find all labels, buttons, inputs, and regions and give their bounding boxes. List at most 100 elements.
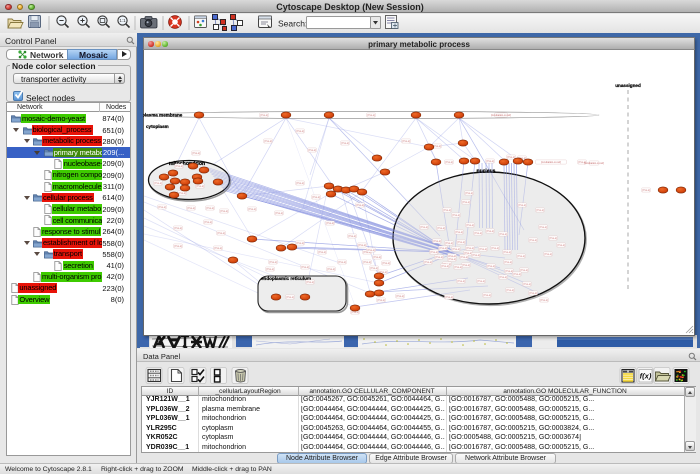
svg-text:(Yxx-x): (Yxx-x)	[441, 265, 449, 268]
svg-text:(Yxx-x): (Yxx-x)	[477, 280, 485, 283]
svg-text:(Yxx-x): (Yxx-x)	[402, 140, 410, 143]
svg-text:(Yxx-x): (Yxx-x)	[318, 251, 326, 254]
svg-text:(Yxx-x): (Yxx-x)	[433, 145, 441, 148]
svg-text:(Yxx-x): (Yxx-x)	[174, 245, 182, 248]
svg-text:(Yxx-x): (Yxx-x)	[396, 295, 404, 298]
svg-text:(Yxx-x): (Yxx-x)	[540, 299, 548, 302]
svg-text:(Yxx-x): (Yxx-x)	[529, 239, 537, 242]
svg-text:(Yxx-x): (Yxx-x)	[464, 252, 472, 255]
svg-text:(Yxx-x): (Yxx-x)	[370, 267, 378, 270]
svg-text:(Yxx-x): (Yxx-x)	[214, 247, 222, 250]
svg-text:(Yxx-x): (Yxx-x)	[507, 156, 515, 159]
svg-text:(Yxx-x): (Yxx-x)	[539, 226, 547, 229]
svg-text:(Yxx-x): (Yxx-x)	[466, 247, 474, 250]
svg-text:(Yxx-x): (Yxx-x)	[264, 140, 272, 143]
svg-text:(Yxx-x): (Yxx-x)	[454, 266, 462, 269]
svg-text:(Yxx-x): (Yxx-x)	[382, 262, 390, 265]
svg-text:(Yxx-x): (Yxx-x)	[518, 204, 526, 207]
svg-text:(Yxx-x): (Yxx-x)	[154, 182, 162, 185]
svg-text:(Yxx-x): (Yxx-x)	[358, 244, 366, 247]
svg-text:(Yxx-x): (Yxx-x)	[520, 269, 528, 272]
svg-text:1:1: 1:1	[119, 18, 126, 23]
svg-text:(Yxx-x): (Yxx-x)	[175, 165, 183, 168]
svg-text:(Yxx-x): (Yxx-x)	[351, 311, 359, 314]
svg-text:(Yxx-x): (Yxx-x)	[269, 261, 277, 264]
svg-text:(Yxx-x): (Yxx-x)	[523, 283, 531, 286]
svg-text:(Yxx-x): (Yxx-x)	[286, 296, 294, 299]
svg-text:(Yxx-x): (Yxx-x)	[452, 248, 460, 251]
svg-text:(Yxx-x): (Yxx-x)	[483, 294, 491, 297]
svg-text:(Yxx-x): (Yxx-x)	[462, 264, 470, 267]
svg-text:(Yxx-x): (Yxx-x)	[499, 276, 507, 279]
svg-text:(Yxx-x): (Yxx-x)	[206, 207, 214, 210]
svg-text:(Yxx-x): (Yxx-x)	[479, 248, 487, 251]
svg-text:(Yxx-x): (Yxx-x)	[445, 296, 453, 299]
svg-text:(Yxx-x): (Yxx-x)	[192, 152, 200, 155]
svg-text:(Yxx-x): (Yxx-x)	[487, 265, 495, 268]
svg-text:(Yxx-x): (Yxx-x)	[312, 196, 320, 199]
svg-text:(Yxx-x): (Yxx-x)	[296, 130, 304, 133]
svg-text:(Yxx-x): (Yxx-x)	[499, 233, 507, 236]
svg-text:(Yxx-x): (Yxx-x)	[308, 149, 316, 152]
svg-text:(Yxx-x): (Yxx-x)	[491, 247, 499, 250]
svg-text:(Yxx-x): (Yxx-x)	[513, 273, 521, 276]
svg-text:(Yxx-x): (Yxx-x)	[326, 222, 334, 225]
svg-text:(Yxx-x): (Yxx-x)	[204, 221, 212, 224]
svg-text:(Yxx-x): (Yxx-x)	[196, 185, 204, 188]
svg-text:(incubation-xx-ref): (incubation-xx-ref)	[541, 161, 561, 164]
svg-text:(Yxx-x): (Yxx-x)	[341, 142, 349, 145]
svg-text:(Yxx-x): (Yxx-x)	[435, 256, 443, 259]
svg-text:cytoplasm: cytoplasm	[146, 124, 169, 129]
svg-text:(Yxx-x): (Yxx-x)	[557, 244, 565, 247]
svg-text:(Yxx-x): (Yxx-x)	[377, 299, 385, 302]
svg-text:Search:: Search:	[278, 19, 307, 29]
svg-text:(Yxx-x): (Yxx-x)	[220, 210, 228, 213]
svg-text:(Yxx-x): (Yxx-x)	[301, 266, 309, 269]
svg-text:(Yxx-x): (Yxx-x)	[544, 253, 552, 256]
svg-text:(Yxx-x): (Yxx-x)	[367, 249, 375, 252]
svg-text:(Yxx-x): (Yxx-x)	[466, 224, 474, 227]
svg-text:(Yxx-x): (Yxx-x)	[445, 161, 453, 164]
svg-text:plasma membrane: plasma membrane	[143, 113, 183, 118]
svg-text:(Yxx-x): (Yxx-x)	[486, 230, 494, 233]
svg-text:(Yxx-x): (Yxx-x)	[356, 204, 364, 207]
svg-text:f(x): f(x)	[640, 372, 652, 381]
svg-text:(Yxx-x): (Yxx-x)	[439, 247, 447, 250]
svg-text:(Yxx-x): (Yxx-x)	[248, 208, 256, 211]
svg-text:(Yxx-x): (Yxx-x)	[486, 160, 494, 163]
svg-text:(Yxx-x): (Yxx-x)	[503, 251, 511, 254]
svg-text:(Yxx-x): (Yxx-x)	[433, 240, 441, 243]
svg-text:(Yxx-x): (Yxx-x)	[460, 256, 468, 259]
svg-text:endoplasmic reticulum: endoplasmic reticulum	[261, 276, 311, 281]
svg-text:(incubation-xx-ref): (incubation-xx-ref)	[491, 114, 511, 117]
svg-text:(Yxx-x): (Yxx-x)	[275, 212, 283, 215]
svg-text:(Yxx-x): (Yxx-x)	[373, 256, 381, 259]
svg-text:(Yxx-x): (Yxx-x)	[260, 114, 268, 117]
svg-text:(Yxx-x): (Yxx-x)	[338, 261, 346, 264]
svg-text:(Yxx-x): (Yxx-x)	[445, 242, 453, 245]
svg-text:(Yxx-x): (Yxx-x)	[363, 261, 371, 264]
svg-text:(Yxx-x): (Yxx-x)	[529, 292, 537, 295]
svg-text:(Yxx-x): (Yxx-x)	[348, 235, 356, 238]
svg-text:(Yxx-x): (Yxx-x)	[217, 232, 225, 235]
svg-text:(Yxx-x): (Yxx-x)	[448, 258, 456, 261]
svg-text:unassigned: unassigned	[615, 83, 641, 88]
svg-text:(Yxx-x): (Yxx-x)	[296, 182, 304, 185]
svg-text:(Yxx-x): (Yxx-x)	[158, 206, 166, 209]
svg-text:(Yxx-x): (Yxx-x)	[472, 254, 480, 257]
svg-text:(Yxx-x): (Yxx-x)	[187, 207, 195, 210]
svg-text:(Yxx-x): (Yxx-x)	[437, 227, 445, 230]
svg-text:(Yxx-x): (Yxx-x)	[504, 261, 512, 264]
svg-text:(Yxx-x): (Yxx-x)	[505, 270, 513, 273]
svg-text:(Yxx-x): (Yxx-x)	[455, 231, 463, 234]
svg-text:(Yxx-x): (Yxx-x)	[424, 261, 432, 264]
svg-text:(Yxx-x): (Yxx-x)	[642, 189, 650, 192]
svg-text:(Yxx-x): (Yxx-x)	[462, 201, 470, 204]
svg-text:(Yxx-x): (Yxx-x)	[430, 251, 438, 254]
svg-text:(Yxx-x): (Yxx-x)	[517, 255, 525, 258]
svg-text:(Yxx-x): (Yxx-x)	[536, 209, 544, 212]
svg-text:(Yxx-x): (Yxx-x)	[457, 241, 465, 244]
svg-text:(Yxx-x): (Yxx-x)	[443, 209, 451, 212]
svg-text:(Yxx-x): (Yxx-x)	[174, 227, 182, 230]
svg-text:(Yxx-x): (Yxx-x)	[178, 192, 186, 195]
